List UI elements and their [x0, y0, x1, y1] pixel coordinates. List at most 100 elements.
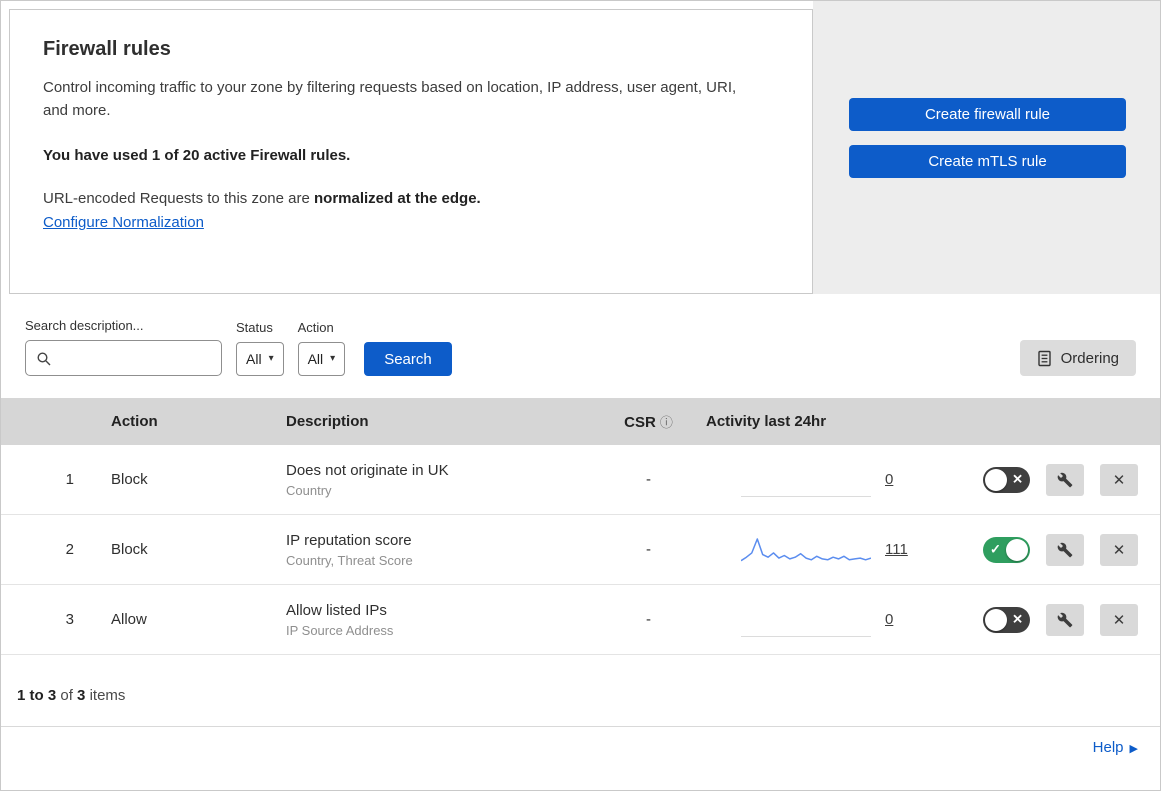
status-filter-select[interactable]: All ▾ — [236, 342, 284, 376]
wrench-icon — [1057, 612, 1073, 627]
normalization-note-text: URL-encoded Requests to this zone are — [43, 189, 314, 207]
page-description: Control incoming traffic to your zone by… — [43, 79, 737, 120]
status-label: Status — [236, 320, 273, 335]
toggle-knob — [985, 608, 1007, 631]
create-mtls-rule-button[interactable]: Create mTLS rule — [849, 144, 1126, 178]
rule-csr: - — [646, 541, 651, 558]
toggle-x-icon: ✕ — [1012, 611, 1023, 627]
delete-rule-button[interactable]: ✕ — [1100, 603, 1138, 636]
chevron-down-icon: ▾ — [268, 353, 274, 364]
intro-section: Firewall rules Control incoming traffic … — [1, 1, 1160, 294]
pagination-summary: 1 to 3 of 3 items — [1, 655, 1160, 727]
help-row: Help ▶ — [1, 727, 1160, 756]
configure-normalization-link[interactable]: Configure Normalization — [43, 214, 204, 231]
edit-rule-button[interactable] — [1046, 603, 1084, 636]
rule-action: Allow — [111, 611, 147, 628]
activity-sparkline — [741, 463, 871, 497]
toggle-check-icon: ✓ — [990, 541, 1001, 557]
activity-count-link[interactable]: 0 — [885, 471, 893, 488]
status-filter-value: All — [246, 351, 262, 367]
rule-enabled-toggle[interactable]: ✕ ✓ — [983, 466, 1030, 493]
firewall-rules-page: Firewall rules Control incoming traffic … — [0, 0, 1161, 791]
search-button[interactable]: Search — [364, 342, 452, 376]
pagination-items: items — [89, 687, 126, 704]
rule-criteria: Country — [286, 482, 332, 498]
edit-rule-button[interactable] — [1046, 533, 1084, 566]
rule-description-cell: Does not originate in UK Country — [271, 462, 591, 498]
actions-panel: Create firewall rule Create mTLS rule — [813, 1, 1160, 294]
table-row: 3 Allow Allow listed IPs IP Source Addre… — [1, 585, 1160, 655]
activity-count-link[interactable]: 0 — [885, 611, 893, 628]
activity-count-link[interactable]: 111 — [885, 541, 908, 558]
toggle-knob — [985, 468, 1007, 491]
activity-sparkline — [741, 603, 871, 637]
create-firewall-rule-button[interactable]: Create firewall rule — [849, 97, 1126, 131]
rule-action: Block — [111, 541, 148, 558]
rule-description-cell: IP reputation score Country, Threat Scor… — [271, 532, 591, 568]
intro-card: Firewall rules Control incoming traffic … — [9, 9, 813, 294]
rule-csr: - — [646, 611, 651, 628]
toggle-knob — [1006, 538, 1028, 561]
normalization-note-bold: normalized at the edge. — [314, 189, 481, 207]
search-icon — [37, 352, 51, 366]
column-action: Action — [111, 413, 158, 430]
info-icon[interactable]: ⓘ — [660, 415, 673, 430]
rule-controls: ✕ ✓ ✕ — [946, 463, 1160, 496]
rule-enabled-toggle[interactable]: ✕ ✓ — [983, 606, 1030, 633]
close-icon: ✕ — [1112, 471, 1126, 489]
help-label: Help — [1092, 739, 1124, 756]
rule-criteria: Country, Threat Score — [286, 552, 413, 568]
rule-priority: 1 — [65, 471, 74, 488]
column-activity: Activity last 24hr — [706, 413, 827, 430]
rule-controls: ✕ ✓ ✕ — [946, 533, 1160, 566]
page-title: Firewall rules — [43, 38, 171, 60]
rule-activity-cell: 0 — [706, 463, 946, 497]
ordering-icon — [1037, 350, 1051, 366]
delete-rule-button[interactable]: ✕ — [1100, 533, 1138, 566]
column-description: Description — [286, 413, 369, 430]
table-header: Action Description CSR ⓘ Activity last 24… — [1, 398, 1160, 445]
help-arrow-icon: ▶ — [1129, 743, 1138, 755]
search-input[interactable] — [60, 350, 210, 366]
rule-csr: - — [646, 471, 651, 488]
rule-criteria: IP Source Address — [286, 622, 394, 638]
rule-description: IP reputation score — [286, 531, 412, 549]
rule-action: Block — [111, 471, 148, 488]
table-row: 1 Block Does not originate in UK Country… — [1, 445, 1160, 515]
rule-controls: ✕ ✓ ✕ — [946, 603, 1160, 636]
action-filter-select[interactable]: All ▾ — [297, 342, 346, 376]
search-box[interactable] — [25, 340, 222, 376]
rule-activity-cell: 111 — [706, 533, 946, 567]
ordering-button-label: Ordering — [1060, 349, 1119, 367]
column-csr: CSR ⓘ — [591, 412, 706, 431]
rule-description: Does not originate in UK — [286, 461, 449, 479]
rule-description-cell: Allow listed IPs IP Source Address — [271, 602, 591, 638]
action-filter-value: All — [307, 351, 324, 367]
pagination-total: 3 — [77, 687, 86, 704]
activity-sparkline — [740, 533, 872, 567]
pagination-of: of — [60, 687, 73, 704]
rule-priority: 2 — [65, 541, 74, 558]
close-icon: ✕ — [1112, 611, 1126, 629]
usage-summary: You have used 1 of 20 active Firewall ru… — [43, 146, 351, 164]
normalization-note: URL-encoded Requests to this zone are no… — [43, 190, 772, 207]
chevron-down-icon: ▾ — [330, 353, 336, 364]
delete-rule-button[interactable]: ✕ — [1100, 463, 1138, 496]
action-filter-group: Action All ▾ — [297, 320, 346, 376]
pagination-range: 1 to 3 — [17, 687, 57, 704]
table-row: 2 Block IP reputation score Country, Thr… — [1, 515, 1160, 585]
help-link[interactable]: Help ▶ — [1093, 739, 1138, 756]
search-filter-group: Search description... — [25, 318, 222, 376]
action-label: Action — [297, 320, 334, 335]
rule-enabled-toggle[interactable]: ✕ ✓ — [983, 536, 1030, 563]
toggle-x-icon: ✕ — [1012, 471, 1023, 487]
search-label: Search description... — [25, 318, 144, 333]
close-icon: ✕ — [1112, 541, 1126, 559]
status-filter-group: Status All ▾ — [236, 320, 284, 376]
rule-activity-cell: 0 — [706, 603, 946, 637]
wrench-icon — [1057, 542, 1073, 557]
ordering-button[interactable]: Ordering — [1019, 340, 1136, 376]
filter-toolbar: Search description... Status All ▾ Actio… — [1, 294, 1160, 398]
column-csr-label: CSR — [624, 414, 656, 431]
edit-rule-button[interactable] — [1046, 463, 1084, 496]
